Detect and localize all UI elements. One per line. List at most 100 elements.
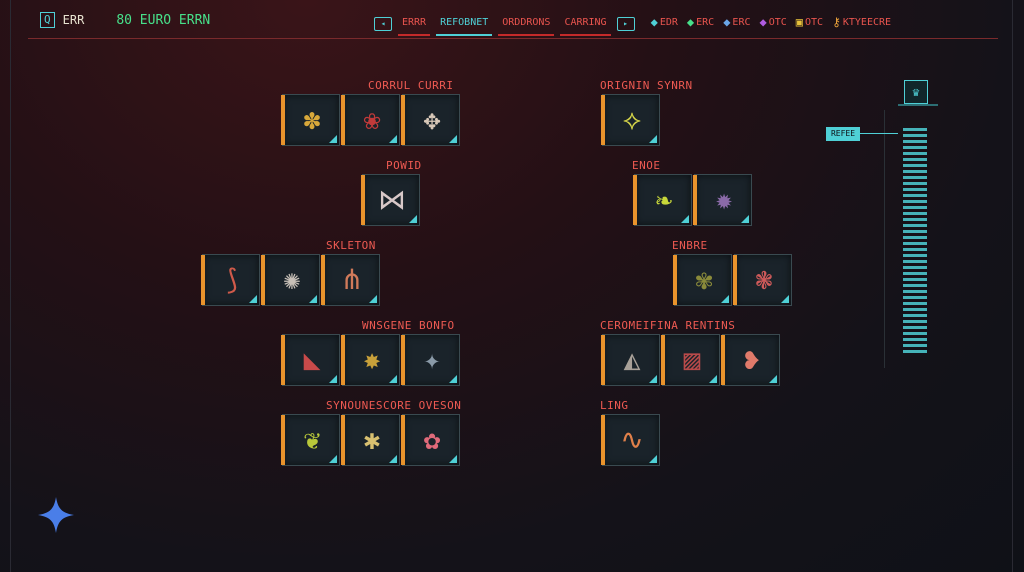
slot-bone-claws[interactable]: ⋔ [321, 254, 380, 306]
red-bloom-icon: ✿ [423, 423, 441, 456]
key-icon: ⚷ [832, 15, 841, 29]
tab-1[interactable]: REFOBNET [436, 15, 493, 36]
tier-meter-segment [903, 128, 927, 131]
green-slug-icon: ❧ [655, 183, 673, 216]
tab-bar: ◂ ERRR REFOBNET ORDDRONS CARRING ▸ ◆ EDR … [374, 15, 891, 36]
tab-prev-icon[interactable]: ◂ [374, 17, 392, 31]
tier-meter-segment [903, 332, 927, 335]
frame-right [1012, 0, 1013, 572]
back-label[interactable]: ERR [63, 13, 85, 27]
slot-fish-skeleton[interactable]: ⋈ [361, 174, 420, 226]
section-title-2: SKLETON [326, 239, 376, 252]
resource-3: ◆ OTC [759, 15, 787, 29]
slot-green-slug[interactable]: ❧ [633, 174, 692, 226]
slot-bone-flail[interactable]: ✺ [261, 254, 320, 306]
tier-meter-segment [903, 314, 927, 317]
back-key-hint[interactable]: Q [40, 12, 55, 28]
slot-gold-coral[interactable]: ✱ [341, 414, 400, 466]
tier-track [884, 110, 885, 368]
bone-flail-icon: ✺ [283, 263, 301, 296]
purple-ore-icon: ◆ [759, 15, 767, 29]
tier-meter-segment [903, 224, 927, 227]
tier-meter-segment [903, 170, 927, 173]
resource-5: ⚷ KTYEECRE [832, 15, 892, 29]
tier-meter-segment [903, 140, 927, 143]
red-wing-icon: ◣ [303, 343, 321, 376]
bone-claws-icon: ⋔ [340, 263, 364, 296]
slot-red-cluster[interactable]: ❃ [733, 254, 792, 306]
slot-red-flower[interactable]: ❀ [341, 94, 400, 146]
tier-meter-segment [903, 326, 927, 329]
slot-yellow-creature[interactable]: ✽ [281, 94, 340, 146]
slot-red-wing[interactable]: ◣ [281, 334, 340, 386]
section-title-8: CEROMEIFINA RENTINS [600, 319, 736, 332]
section-title-5: ORIGNIN SYNRN [600, 79, 693, 92]
tier-meter-segment [903, 200, 927, 203]
tier-bar-cap [898, 104, 938, 106]
tier-meter-segment [903, 260, 927, 263]
slot-red-fabric[interactable]: ▨ [661, 334, 720, 386]
section-title-6: ENOE [632, 159, 661, 172]
fish-skeleton-icon: ⋈ [378, 183, 406, 216]
frame-left [10, 0, 11, 572]
slot-gold-hide[interactable]: ✸ [341, 334, 400, 386]
tier-icon[interactable]: ♛ [904, 80, 928, 104]
slot-dark-scrap[interactable]: ✦ [401, 334, 460, 386]
orange-eel-icon: ∿ [620, 423, 644, 456]
red-flower-icon: ❀ [363, 103, 381, 136]
tier-meter-segment [903, 164, 927, 167]
slot-green-frond[interactable]: ❦ [281, 414, 340, 466]
red-cluster-icon: ❃ [755, 263, 773, 296]
resource-list: ◆ EDR ◆ ERC ◆ ERC ◆ OTC ▣ OTC ⚷ KTYEECRE [651, 15, 891, 29]
purple-orb-icon: ✹ [715, 183, 733, 216]
slot-purple-orb[interactable]: ✹ [693, 174, 752, 226]
tier-meter-segment [903, 284, 927, 287]
tier-meter-segment [903, 296, 927, 299]
gold-coral-icon: ✱ [363, 423, 381, 456]
resource-4: ▣ OTC [795, 15, 824, 29]
tier-meter-segment [903, 338, 927, 341]
tier-pointer-line [860, 133, 898, 134]
yellow-creature-icon: ✽ [303, 103, 321, 136]
red-fabric-icon: ▨ [683, 343, 701, 376]
section-title-0: CORRUL CURRI [368, 79, 454, 92]
section-title-9: LING [600, 399, 629, 412]
claw-pile-icon: ✥ [423, 103, 441, 136]
slot-gray-shell[interactable]: ◭ [601, 334, 660, 386]
slot-yellow-fish[interactable]: ⟡ [601, 94, 660, 146]
tab-0[interactable]: ERRR [398, 15, 431, 36]
section-title-7: ENBRE [672, 239, 708, 252]
tier-meter-segment [903, 344, 927, 347]
section-title-3: WNSGENE BONFO [362, 319, 455, 332]
slot-red-bloom[interactable]: ✿ [401, 414, 460, 466]
tier-meter-segment [903, 182, 927, 185]
slot-orange-eel[interactable]: ∿ [601, 414, 660, 466]
slot-red-meat[interactable]: ❥ [721, 334, 780, 386]
hud-left: Q ERR 80 EURO ERRN [40, 12, 210, 28]
hud-divider [28, 38, 998, 39]
tier-meter [903, 128, 927, 364]
resource-0: ◆ EDR [650, 15, 678, 29]
tier-meter-segment [903, 218, 927, 221]
tier-tag: REFEE [826, 127, 860, 141]
tier-meter-segment [903, 254, 927, 257]
green-ore-icon: ◆ [686, 15, 695, 29]
section-title-4: SYNOUNESCORE OVESON [326, 399, 462, 412]
tab-3[interactable]: CARRING [560, 15, 611, 36]
gem-icon: ◆ [650, 15, 658, 29]
tier-meter-segment [903, 308, 927, 311]
resource-1: ◆ ERC [686, 15, 715, 29]
tier-meter-segment [903, 176, 927, 179]
slot-claw-pile[interactable]: ✥ [401, 94, 460, 146]
section-title-1: POWID [386, 159, 422, 172]
tab-2[interactable]: ORDDRONS [498, 15, 555, 36]
tier-meter-segment [903, 248, 927, 251]
tab-next-icon[interactable]: ▸ [616, 17, 635, 31]
tier-meter-segment [903, 194, 927, 197]
slot-red-limbs[interactable]: ⟆ [201, 254, 260, 306]
sparkle-icon [38, 497, 74, 533]
tier-meter-segment [903, 188, 927, 191]
tier-meter-segment [903, 272, 927, 275]
tier-meter-segment [903, 290, 927, 293]
slot-moss-clump[interactable]: ✾ [673, 254, 732, 306]
